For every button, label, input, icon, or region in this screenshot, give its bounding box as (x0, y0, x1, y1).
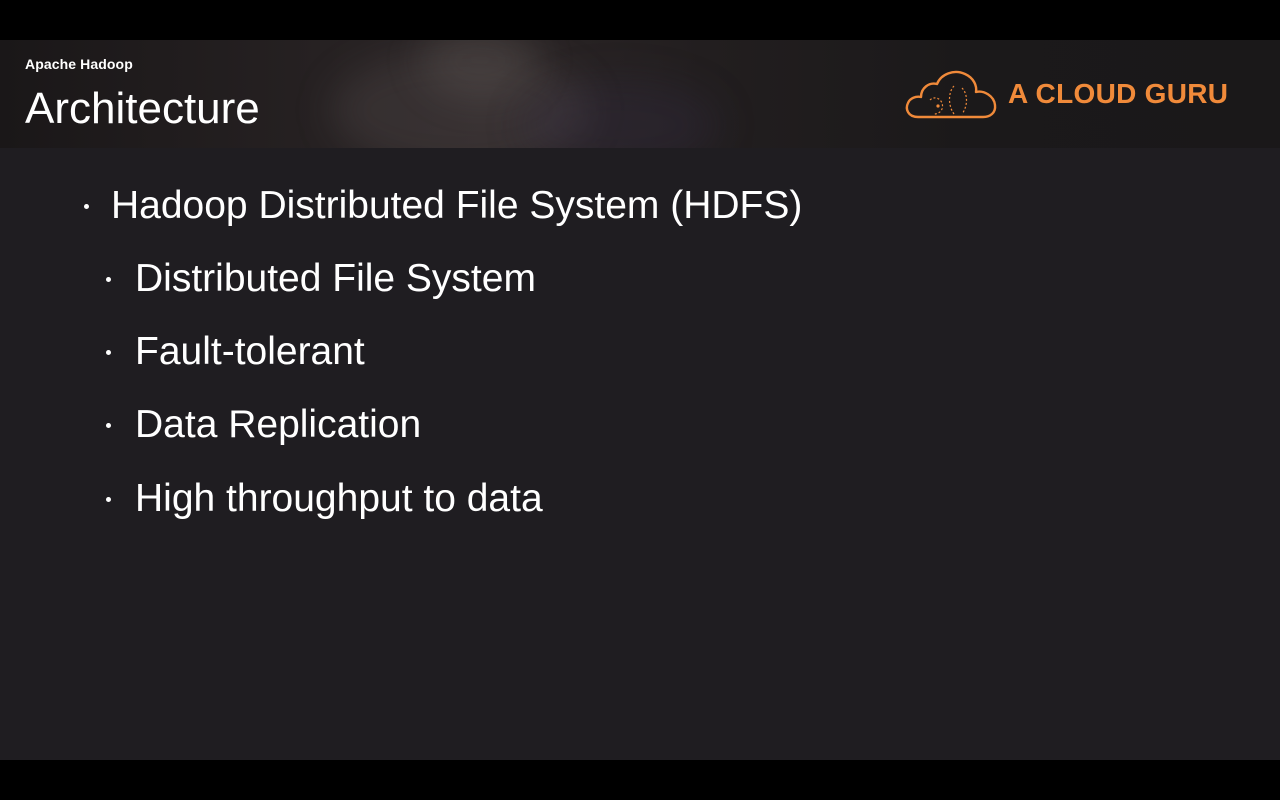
logo-text: A CLOUD GURU (1008, 78, 1229, 109)
letterbox-bottom (0, 760, 1280, 800)
bullet-dot-icon (106, 277, 111, 282)
bullet-dot-icon (106, 497, 111, 502)
bullet-hdfs: Hadoop Distributed File System (HDFS) (84, 182, 803, 230)
cloud-icon (905, 70, 997, 119)
bullet-dot-icon (84, 204, 89, 209)
slide-header: Apache Hadoop Architecture A CLOUD GURU (0, 40, 1280, 148)
a-cloud-guru-logo: A CLOUD GURU (904, 66, 1244, 122)
slide: Apache Hadoop Architecture A CLOUD GURU … (0, 40, 1280, 760)
sub-bullet-data-replication: Data Replication (106, 401, 422, 449)
sub-bullet-text: Fault-tolerant (135, 330, 365, 373)
slide-title: Architecture (25, 84, 260, 133)
sub-bullet-fault-tolerant: Fault-tolerant (106, 328, 365, 376)
sub-bullet-high-throughput: High throughput to data (106, 475, 543, 523)
bullet-text: Hadoop Distributed File System (HDFS) (111, 184, 803, 227)
sub-bullet-text: High throughput to data (135, 477, 543, 520)
sub-bullet-text: Data Replication (135, 403, 422, 446)
slide-subtitle: Apache Hadoop (25, 56, 133, 72)
bullet-dot-icon (106, 350, 111, 355)
sub-bullet-distributed: Distributed File System (106, 255, 536, 303)
bullet-dot-icon (106, 423, 111, 428)
sub-bullet-text: Distributed File System (135, 257, 536, 300)
letterbox-top (0, 0, 1280, 40)
